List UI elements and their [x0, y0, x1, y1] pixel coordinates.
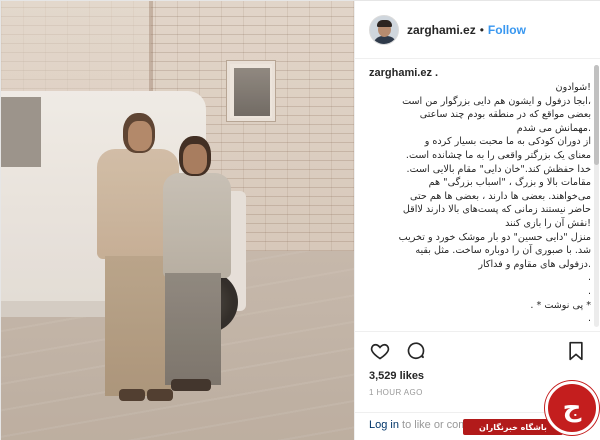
- wall-window: [227, 61, 275, 121]
- instagram-post: zarghami.ez • Follow zarghami.ez . !شواد…: [0, 0, 600, 440]
- man-left-shoe: [119, 389, 145, 401]
- avatar-body: [373, 35, 397, 44]
- avatar-hair: [377, 19, 392, 27]
- bookmark-icon[interactable]: [565, 340, 587, 362]
- man-left-shoe: [147, 389, 173, 401]
- truck-window: [1, 97, 41, 167]
- follow-button[interactable]: Follow: [488, 23, 526, 37]
- man-right-shirt: [163, 173, 231, 278]
- post-sidebar: zarghami.ez • Follow zarghami.ez . !شواد…: [354, 1, 600, 440]
- login-link[interactable]: Log in: [369, 419, 399, 431]
- man-right-shoes: [171, 379, 211, 391]
- watermark-logo-icon: ج: [545, 381, 599, 435]
- avatar[interactable]: [369, 14, 399, 45]
- header-separator: •: [479, 22, 484, 37]
- action-icons: [369, 332, 587, 370]
- post-photo[interactable]: [1, 1, 354, 440]
- watermark-text: باشگاه خبرنگاران: [479, 422, 547, 432]
- caption-area: zarghami.ez . !شوادون ،ابجا دزفول و ایشو…: [355, 59, 600, 329]
- watermark-badge: باشگاه خبرنگاران ج: [463, 379, 600, 440]
- post-header: zarghami.ez • Follow: [355, 1, 600, 59]
- heart-icon[interactable]: [369, 340, 391, 362]
- window-pane: [234, 68, 270, 116]
- man-right-face: [183, 144, 207, 174]
- man-left-face: [128, 121, 152, 151]
- caption-text: !شوادون ،ابجا دزفول و ایشون هم دایی بزرگ…: [398, 82, 591, 325]
- watermark-logo-mark: ج: [562, 393, 582, 423]
- caption-scroll-thumb[interactable]: [594, 65, 599, 165]
- man-left-pants: [105, 256, 171, 396]
- comment-bubble-icon[interactable]: [405, 340, 427, 362]
- caption-username[interactable]: zarghami.ez .: [369, 67, 591, 79]
- man-right-pants: [165, 273, 221, 385]
- header-username[interactable]: zarghami.ez: [407, 23, 476, 37]
